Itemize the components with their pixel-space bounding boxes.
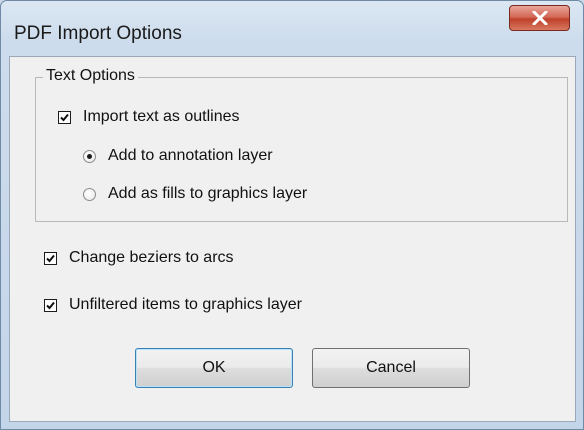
window-title: PDF Import Options xyxy=(14,23,182,44)
dialog-window: PDF Import Options Text Options Import t… xyxy=(0,0,584,430)
ok-button[interactable]: OK xyxy=(135,348,293,388)
change-beziers-checkbox[interactable]: Change beziers to arcs xyxy=(44,249,234,267)
radio-selected-icon xyxy=(83,149,96,163)
add-to-annotation-label: Add to annotation layer xyxy=(108,147,273,164)
radio-unselected-icon xyxy=(83,187,96,201)
text-options-legend: Text Options xyxy=(43,67,138,85)
close-icon xyxy=(532,11,547,25)
text-options-group: Text Options Import text as outlines Add… xyxy=(35,67,568,222)
dialog-client-area: Text Options Import text as outlines Add… xyxy=(9,56,576,422)
import-text-outlines-label: Import text as outlines xyxy=(83,108,240,125)
unfiltered-items-checkbox[interactable]: Unfiltered items to graphics layer xyxy=(44,296,302,314)
change-beziers-label: Change beziers to arcs xyxy=(69,249,234,266)
checkbox-checked-icon xyxy=(44,251,57,265)
checkbox-checked-icon xyxy=(44,298,57,312)
close-button[interactable] xyxy=(509,5,570,31)
unfiltered-items-label: Unfiltered items to graphics layer xyxy=(69,296,302,313)
checkbox-checked-icon xyxy=(58,110,71,124)
add-to-annotation-radio[interactable]: Add to annotation layer xyxy=(83,147,273,165)
add-as-fills-label: Add as fills to graphics layer xyxy=(108,185,308,202)
import-text-outlines-checkbox[interactable]: Import text as outlines xyxy=(58,108,240,126)
cancel-button[interactable]: Cancel xyxy=(312,348,470,388)
add-as-fills-radio[interactable]: Add as fills to graphics layer xyxy=(83,185,307,203)
